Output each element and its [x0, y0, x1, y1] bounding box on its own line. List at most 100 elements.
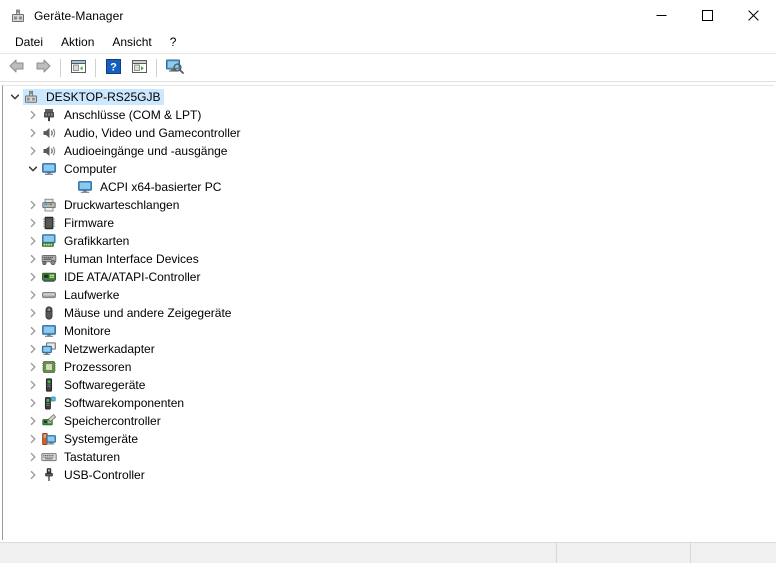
tree-node-anschl-sse-com-lpt[interactable]: Anschlüsse (COM & LPT) [3, 106, 774, 124]
tree-node-druckwarteschlangen[interactable]: Druckwarteschlangen [3, 196, 774, 214]
play-window-icon [131, 59, 148, 77]
tree-node-computer[interactable]: Computer [3, 160, 774, 178]
keyboard-icon [41, 449, 57, 465]
chevron-right-icon[interactable] [25, 466, 41, 484]
tree-node-softwareger-te[interactable]: Softwaregeräte [3, 376, 774, 394]
chevron-down-icon[interactable] [7, 88, 23, 106]
tree-node-m-use-und-andere-zeigeger-te[interactable]: Mäuse und andere Zeigegeräte [3, 304, 774, 322]
tree-node-speichercontroller[interactable]: Speichercontroller [3, 412, 774, 430]
tree-node-prozessoren[interactable]: Prozessoren [3, 358, 774, 376]
device-manager-icon [10, 8, 26, 24]
device-manager-window: Geräte-Manager Datei Aktion Ansicht ? ? … [0, 0, 776, 563]
tree-node-content: Prozessoren [41, 359, 133, 375]
svg-text:?: ? [110, 61, 117, 73]
tree-node-content: DESKTOP-RS25GJB [23, 89, 165, 105]
tree-node-softwarekomponenten[interactable]: Softwarekomponenten [3, 394, 774, 412]
tree-node-label: Anschlüsse (COM & LPT) [64, 108, 202, 122]
help-button[interactable]: ? [100, 56, 126, 80]
back-button[interactable] [4, 56, 30, 80]
maximize-button[interactable] [684, 0, 730, 31]
chevron-right-icon[interactable] [25, 268, 41, 286]
disk-drive-icon [41, 287, 57, 303]
chevron-right-icon[interactable] [25, 142, 41, 160]
tree-node-tastaturen[interactable]: Tastaturen [3, 448, 774, 466]
tree-node-human-interface-devices[interactable]: Human Interface Devices [3, 250, 774, 268]
tree-node-laufwerke[interactable]: Laufwerke [3, 286, 774, 304]
software-component-icon [41, 395, 57, 411]
chevron-right-icon[interactable] [25, 232, 41, 250]
chevron-right-icon[interactable] [25, 214, 41, 232]
toolbar-separator [95, 58, 96, 77]
tree-node-label: Speichercontroller [64, 414, 161, 428]
tree-node-usb-controller[interactable]: USB-Controller [3, 466, 774, 484]
properties-button[interactable] [65, 56, 91, 80]
status-bar [0, 542, 776, 563]
tree-node-content: Anschlüsse (COM & LPT) [41, 107, 203, 123]
chevron-right-icon[interactable] [25, 286, 41, 304]
tree-node-content: Speichercontroller [41, 413, 163, 429]
tree-node-label: Firmware [64, 216, 114, 230]
tree-node-label: Prozessoren [64, 360, 132, 374]
chevron-right-icon[interactable] [25, 106, 41, 124]
tree-node-label: Systemgeräte [64, 432, 139, 446]
tree-node-content: Human Interface Devices [41, 251, 201, 267]
status-pane-main [0, 543, 556, 563]
tree-node-content: Computer [41, 161, 119, 177]
tree-node-monitore[interactable]: Monitore [3, 322, 774, 340]
tree-node-label: Grafikkarten [64, 234, 130, 248]
tree-node-label: DESKTOP-RS25GJB [44, 89, 163, 105]
menu-item-help[interactable]: ? [161, 33, 186, 51]
mouse-icon [41, 305, 57, 321]
chevron-right-icon[interactable] [25, 394, 41, 412]
tree-node-grafikkarten[interactable]: Grafikkarten [3, 232, 774, 250]
chevron-down-icon[interactable] [25, 160, 41, 178]
forward-button[interactable] [30, 56, 56, 80]
scan-hardware-button[interactable] [161, 56, 187, 80]
update-driver-button[interactable] [126, 56, 152, 80]
chevron-right-icon[interactable] [25, 196, 41, 214]
chevron-right-icon[interactable] [25, 358, 41, 376]
toolbar-separator [156, 58, 157, 77]
tree-node-netzwerkadapter[interactable]: Netzwerkadapter [3, 340, 774, 358]
tree-node-content: Netzwerkadapter [41, 341, 157, 357]
tree-node-ide-ata-atapi-controller[interactable]: IDE ATA/ATAPI-Controller [3, 268, 774, 286]
tree-node-content: Mäuse und andere Zeigegeräte [41, 305, 233, 321]
tree-node-label: Human Interface Devices [64, 252, 199, 266]
tree-node-content: IDE ATA/ATAPI-Controller [41, 269, 202, 285]
chevron-right-icon[interactable] [25, 340, 41, 358]
tree-node-audioeing-nge-und-ausg-nge[interactable]: Audioeingänge und -ausgänge [3, 142, 774, 160]
chevron-right-icon[interactable] [25, 412, 41, 430]
tree-node-label: Netzwerkadapter [64, 342, 155, 356]
monitor-icon [41, 161, 57, 177]
tree-node-desktop-rs25gjb[interactable]: DESKTOP-RS25GJB [3, 88, 774, 106]
close-button[interactable] [730, 0, 776, 31]
chevron-right-icon[interactable] [25, 448, 41, 466]
device-tree[interactable]: DESKTOP-RS25GJB Anschlüsse (COM & LPT) Aud… [2, 85, 774, 540]
tree-node-systemger-te[interactable]: Systemgeräte [3, 430, 774, 448]
chevron-right-icon[interactable] [25, 124, 41, 142]
monitor-icon [77, 179, 93, 195]
processor-icon [41, 359, 57, 375]
tree-node-content: Monitore [41, 323, 113, 339]
chevron-right-icon[interactable] [25, 430, 41, 448]
chevron-right-icon[interactable] [25, 304, 41, 322]
forward-arrow-icon [34, 58, 52, 77]
tree-node-label: Monitore [64, 324, 111, 338]
menu-item-ansicht[interactable]: Ansicht [103, 33, 160, 51]
title-bar: Geräte-Manager [0, 0, 776, 31]
tree-node-firmware[interactable]: Firmware [3, 214, 774, 232]
printer-icon [41, 197, 57, 213]
chevron-right-icon[interactable] [25, 322, 41, 340]
minimize-button[interactable] [638, 0, 684, 31]
properties-window-icon [70, 59, 87, 77]
toolbar: ? [0, 54, 776, 82]
chevron-right-icon[interactable] [25, 376, 41, 394]
tree-node-acpi-x64-basierter-pc[interactable]: ACPI x64-basierter PC [3, 178, 774, 196]
computer-device-icon [23, 89, 39, 105]
menu-item-datei[interactable]: Datei [6, 33, 52, 51]
window-controls [638, 0, 776, 31]
menu-item-aktion[interactable]: Aktion [52, 33, 103, 51]
tree-node-audio-video-und-gamecontroller[interactable]: Audio, Video und Gamecontroller [3, 124, 774, 142]
tree-node-label: Audio, Video und Gamecontroller [64, 126, 241, 140]
chevron-right-icon[interactable] [25, 250, 41, 268]
